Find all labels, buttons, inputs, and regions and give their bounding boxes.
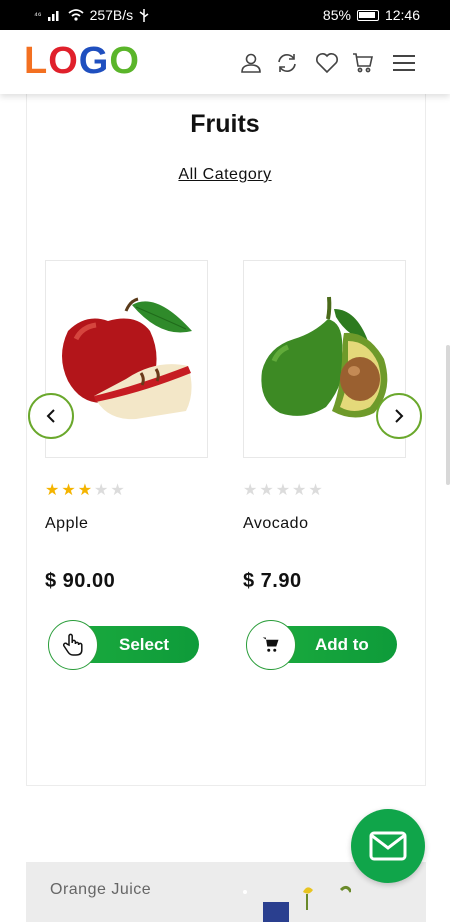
refresh-icon[interactable] (272, 48, 302, 78)
heart-icon[interactable] (312, 48, 342, 78)
logo-letter: L (24, 40, 49, 82)
cart-icon[interactable] (246, 620, 296, 670)
logo-letter: O (48, 40, 79, 82)
signal-icon: ⁴⁶ (34, 10, 42, 20)
site-header: LOGO (0, 30, 450, 94)
battery-percent: 85% (322, 7, 351, 23)
contact-fab[interactable] (351, 809, 425, 883)
mail-icon (369, 831, 407, 861)
clock: 12:46 (384, 7, 420, 23)
star-icon: ★ (292, 482, 307, 499)
menu-icon[interactable] (389, 48, 419, 78)
section-title: Fruits (190, 110, 260, 138)
rating-stars-apple: ★ ★ ★ ★ ★ (45, 483, 125, 499)
signal-bars-icon (47, 11, 59, 21)
star-icon: ★ (61, 482, 76, 499)
status-bar: ⁴⁶ 257B/s 85% 12:46 (0, 0, 450, 30)
user-icon[interactable] (236, 48, 266, 78)
select-button-label: Select (119, 635, 170, 654)
star-icon: ★ (243, 482, 258, 499)
carousel-next-button[interactable] (376, 393, 422, 439)
network-speed: 257B/s (89, 7, 134, 23)
logo[interactable]: LOGO (24, 40, 140, 83)
product-name[interactable]: Apple (45, 515, 88, 533)
wifi-icon (67, 9, 84, 21)
star-icon: ★ (110, 482, 125, 499)
battery-icon (356, 9, 379, 21)
logo-letter: G (78, 40, 110, 82)
add-to-cart-label: Add to (315, 635, 369, 654)
product-price: $ 90.00 (45, 570, 116, 592)
banner-title: Orange Juice (50, 881, 152, 898)
juice-products-image (243, 885, 351, 922)
cart-icon[interactable] (348, 48, 378, 78)
star-icon: ★ (275, 482, 291, 499)
hand-pointer-icon[interactable] (48, 620, 98, 670)
usb-icon (139, 8, 149, 22)
star-icon: ★ (94, 482, 109, 499)
star-icon: ★ (45, 482, 60, 499)
product-price: $ 7.90 (243, 570, 302, 592)
chevron-left-icon (46, 409, 55, 423)
scroll-indicator[interactable] (446, 345, 450, 485)
all-category-link[interactable]: All Category (0, 166, 450, 184)
rating-stars-avocado: ★ ★ ★ ★ ★ (243, 483, 323, 499)
star-icon: ★ (259, 482, 274, 499)
star-icon: ★ (77, 482, 93, 499)
carousel-prev-button[interactable] (28, 393, 74, 439)
logo-letter: O (109, 40, 140, 82)
star-icon: ★ (308, 482, 323, 499)
chevron-right-icon (395, 409, 404, 423)
product-name[interactable]: Avocado (243, 515, 308, 533)
